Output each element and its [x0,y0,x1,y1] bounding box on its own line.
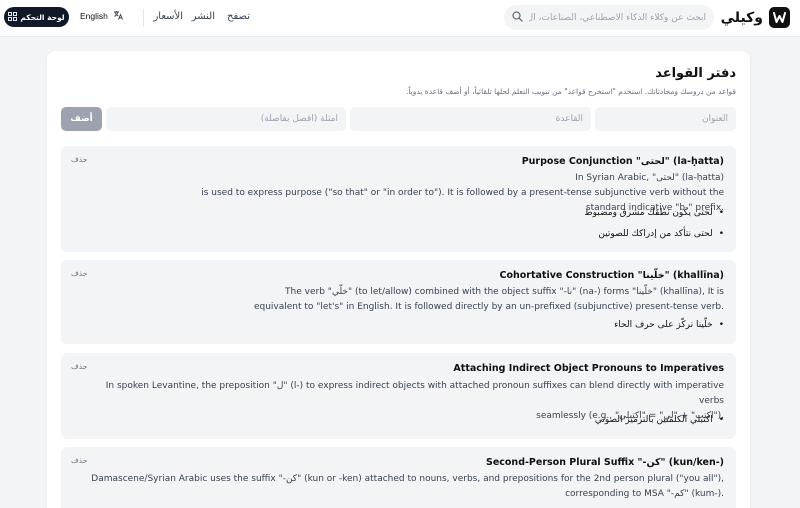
dashboard-label: لوحة التحكم [20,12,65,22]
rule-title-input[interactable] [595,107,736,131]
rule-title: Second-Person Plural Suffix "-كن" (kun/k… [485,457,724,468]
logo-icon [769,7,790,28]
rule-description: The verb "خلّي" (to let/allow) combined … [84,285,724,315]
rule-card: Second-Person Plural Suffix "-كن" (kun/k… [61,447,736,508]
rule-title: Attaching Indirect Object Pronouns to Im… [453,363,724,374]
rule-description-line: In spoken Levantine, the preposition "ل"… [105,381,724,406]
rule-description-line: equivalent to "let's" in English. It is … [253,302,724,312]
page-subtitle: قواعد من دروسك ومحادثاتك. استخدم "استخرج… [406,87,736,96]
rule-example: لحتى نتأكد من إدراكك للصوتين [598,229,724,239]
rule-description-line: Damascene/Syrian Arabic uses the suffix … [91,474,724,484]
rule-description-line: In Syrian Arabic, "لحتى" (la-ḥatta) [575,173,724,183]
rule-examples-input[interactable] [106,107,346,131]
rule-description: Damascene/Syrian Arabic uses the suffix … [84,472,724,502]
top-navbar: وكيلي تصفح النشر الأسعار English لوحة ال… [0,0,800,37]
rule-description-line: corresponding to MSA "-كم" (kum-). [565,489,724,499]
rule-card: Attaching Indirect Object Pronouns to Im… [61,353,736,439]
rule-card: Cohortative Construction "خلّينا" (khall… [61,260,736,344]
rule-title: Cohortative Construction "خلّينا" (khall… [499,270,725,281]
nav-publish[interactable]: النشر [192,11,215,22]
brand-name: وكيلي [720,9,763,26]
dashboard-button[interactable]: لوحة التحكم [4,7,69,27]
search-bar[interactable] [504,5,714,30]
delete-rule-button[interactable]: حذف [71,155,87,164]
page-title: دفتر القواعد [655,66,736,81]
rule-example: اكتبلي الكلمتين بالترميز الصوتي [595,415,724,425]
rule-text-input[interactable] [350,107,591,131]
rule-description-line: The verb "خلّي" (to let/allow) combined … [285,287,724,297]
delete-rule-button[interactable]: حذف [71,269,87,278]
brand[interactable]: وكيلي [721,7,790,28]
nav-divider [143,9,144,27]
rule-title: Purpose Conjunction "لحتى" (la-ḥatta) [521,156,724,167]
rule-description-line: is used to express purpose ("so that" or… [201,188,724,198]
delete-rule-button[interactable]: حذف [71,362,87,371]
rule-example: لحتى يكون نطقك مشرق ومضبوط [584,208,724,218]
rulebook-card: دفتر القواعد قواعد من دروسك ومحادثاتك. ا… [47,51,750,508]
nav-browse[interactable]: تصفح [227,11,250,22]
add-rule-button[interactable]: أضف [61,107,102,131]
language-label: English [80,11,108,21]
header-spacer [0,37,800,51]
delete-rule-button[interactable]: حذف [71,456,87,465]
language-switch[interactable]: English [80,10,123,22]
nav-pricing[interactable]: الأسعار [153,11,183,22]
search-icon[interactable] [512,10,523,25]
rule-example: خلّينا نركّز على حرف الحاء [614,320,724,330]
translate-icon [113,10,123,22]
rule-card: Purpose Conjunction "لحتى" (la-ḥatta) حذ… [61,146,736,252]
grid-icon [8,11,18,23]
search-input[interactable] [529,12,706,23]
